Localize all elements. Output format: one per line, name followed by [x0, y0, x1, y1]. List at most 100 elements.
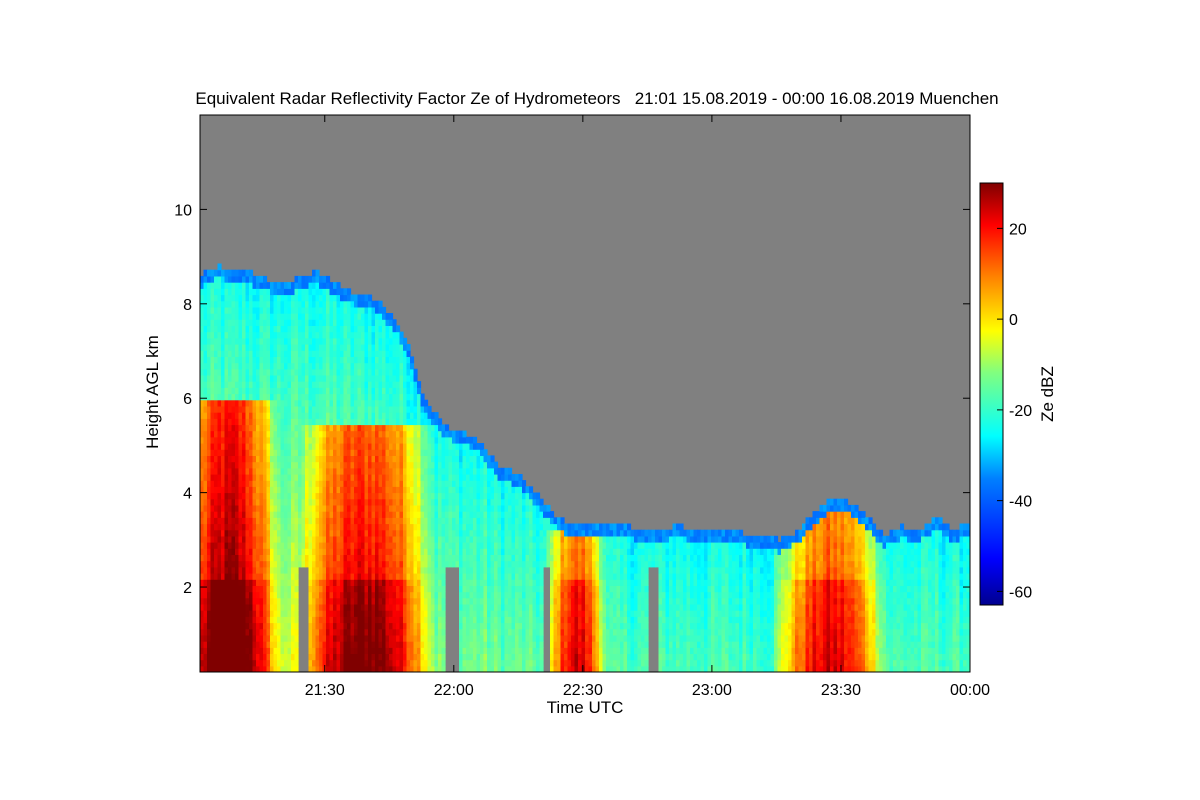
heatmap-cell	[238, 436, 243, 444]
heatmap-cell	[396, 405, 401, 413]
heatmap-cell	[203, 269, 208, 277]
heatmap-cell	[511, 511, 516, 518]
heatmap-cell	[487, 511, 492, 518]
heatmap-cell	[252, 554, 257, 562]
heatmap-cell	[392, 634, 397, 642]
heatmap-cell	[322, 362, 327, 370]
heatmap-cell	[287, 622, 292, 630]
heatmap-cell	[445, 554, 450, 562]
heatmap-cell	[501, 474, 506, 481]
heatmap-cell	[343, 294, 348, 302]
heatmap-cell	[434, 461, 439, 469]
heatmap-cell	[252, 486, 257, 494]
heatmap-cell	[508, 616, 513, 624]
heatmap-cell	[228, 455, 233, 463]
heatmap-cell	[214, 480, 219, 487]
heatmap-cell	[270, 424, 275, 432]
heatmap-cell	[382, 331, 387, 339]
heatmap-cell	[399, 337, 404, 345]
heatmap-cell	[350, 504, 355, 512]
heatmap-cell	[350, 511, 355, 518]
heatmap-cell	[249, 399, 254, 407]
heatmap-cell	[473, 603, 478, 611]
heatmap-cell	[210, 362, 215, 370]
heatmap-cell	[266, 641, 271, 648]
heatmap-cell	[224, 504, 229, 512]
heatmap-cell	[301, 344, 306, 351]
heatmap-cell	[200, 511, 205, 518]
heatmap-cell	[459, 659, 464, 667]
heatmap-cell	[536, 659, 541, 667]
heatmap-cell	[245, 288, 250, 296]
heatmap-cell	[200, 294, 205, 302]
heatmap-cell	[221, 393, 226, 401]
heatmap-cell	[427, 486, 432, 494]
heatmap-cell	[343, 331, 348, 339]
heatmap-cell	[256, 554, 261, 562]
heatmap-cell	[494, 498, 499, 506]
heatmap-cell	[431, 591, 436, 599]
heatmap-cell	[522, 498, 527, 506]
heatmap-cell	[438, 504, 443, 512]
heatmap-cell	[497, 492, 502, 500]
heatmap-cell	[434, 511, 439, 518]
heatmap-cell	[427, 498, 432, 506]
heatmap-cell	[469, 517, 474, 525]
heatmap-cell	[221, 511, 226, 518]
heatmap-cell	[350, 467, 355, 475]
heatmap-cell	[287, 455, 292, 463]
heatmap-cell	[494, 467, 499, 475]
heatmap-cell	[410, 616, 415, 624]
heatmap-cell	[343, 523, 348, 531]
heatmap-cell	[532, 554, 537, 562]
heatmap-cell	[336, 504, 341, 512]
heatmap-cell	[319, 275, 324, 283]
heatmap-cell	[259, 653, 264, 661]
heatmap-cell	[280, 511, 285, 518]
heatmap-cell	[490, 573, 495, 580]
heatmap-cell	[350, 418, 355, 426]
heatmap-cell	[203, 616, 208, 624]
heatmap-cell	[480, 492, 485, 500]
heatmap-cell	[476, 597, 481, 605]
heatmap-cell	[284, 535, 289, 543]
heatmap-cell	[343, 337, 348, 345]
heatmap-cell	[287, 393, 292, 401]
heatmap-cell	[315, 350, 320, 357]
heatmap-cell	[249, 554, 254, 562]
heatmap-cell	[270, 498, 275, 506]
heatmap-cell	[200, 579, 205, 586]
heatmap-cell	[350, 523, 355, 531]
heatmap-cell	[322, 641, 327, 648]
heatmap-cell	[270, 486, 275, 494]
heatmap-cell	[277, 325, 282, 333]
heatmap-cell	[529, 622, 534, 630]
heatmap-cell	[305, 554, 310, 562]
heatmap-cell	[263, 387, 268, 395]
heatmap-cell	[515, 480, 520, 487]
heatmap-cell	[357, 443, 362, 450]
heatmap-cell	[462, 659, 467, 667]
heatmap-cell	[214, 610, 219, 617]
heatmap-cell	[347, 393, 352, 401]
heatmap-cell	[322, 591, 327, 599]
heatmap-cell	[473, 591, 478, 599]
heatmap-cell	[476, 480, 481, 487]
heatmap-cell	[294, 374, 299, 382]
heatmap-cell	[235, 436, 240, 444]
heatmap-cell	[242, 269, 247, 277]
heatmap-cell	[231, 356, 236, 364]
heatmap-cell	[277, 517, 282, 525]
heatmap-cell	[469, 498, 474, 506]
heatmap-cell	[249, 288, 254, 296]
heatmap-cell	[406, 523, 411, 531]
heatmap-cell	[221, 585, 226, 593]
heatmap-cell	[441, 560, 446, 568]
heatmap-cell	[385, 653, 390, 661]
heatmap-cell	[392, 350, 397, 357]
heatmap-cell	[207, 628, 212, 636]
heatmap-cell	[343, 350, 348, 357]
heatmap-cell	[361, 628, 366, 636]
heatmap-cell	[368, 474, 373, 481]
heatmap-cell	[529, 535, 534, 543]
